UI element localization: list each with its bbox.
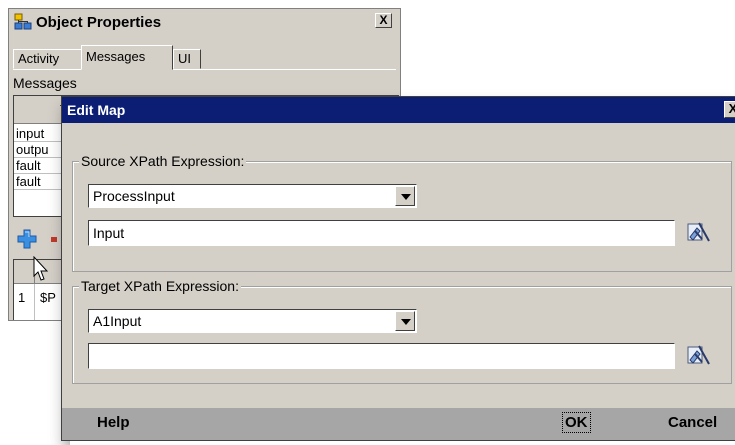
table-row[interactable]: outpu xyxy=(16,142,49,157)
source-xpath-select[interactable]: ProcessInput xyxy=(88,184,417,208)
object-properties-icon xyxy=(14,13,32,30)
tab-divider xyxy=(13,69,396,70)
target-dropdown-button[interactable] xyxy=(395,311,415,331)
tab-activity[interactable]: Activity xyxy=(13,49,83,69)
ok-button[interactable]: OK xyxy=(562,412,591,433)
help-button[interactable]: Help xyxy=(97,414,130,431)
object-properties-titlebar: Object Properties X xyxy=(9,9,400,35)
target-xpath-group: Target XPath Expression: A1Input xyxy=(72,278,732,384)
object-properties-close-button[interactable]: X xyxy=(375,13,392,28)
dropdown-arrow-icon xyxy=(401,319,411,325)
edit-map-close-button[interactable]: X xyxy=(724,101,735,118)
source-xpath-group: Source XPath Expression: ProcessInput In… xyxy=(72,153,732,272)
source-dropdown-button[interactable] xyxy=(395,186,415,206)
table-row[interactable]: input xyxy=(16,126,44,141)
source-xpath-input-value: Input xyxy=(93,225,125,241)
edit-map-dialog: Edit Map X Source XPath Expression: Proc… xyxy=(61,96,735,441)
grid-row-value[interactable]: $P xyxy=(40,290,56,305)
grid-row-number: 1 xyxy=(18,290,26,305)
mouse-cursor-icon xyxy=(33,256,49,281)
messages-section-label: Messages xyxy=(13,75,77,91)
source-xpath-input[interactable]: Input xyxy=(88,220,675,246)
target-xpath-input[interactable] xyxy=(88,343,675,369)
table-row[interactable]: fault xyxy=(16,158,41,173)
source-xpath-select-value: ProcessInput xyxy=(93,188,175,204)
target-xpath-select-value: A1Input xyxy=(93,313,142,329)
edit-map-titlebar: Edit Map X xyxy=(62,97,735,123)
edit-map-footer: Help OK Cancel xyxy=(62,408,735,440)
cancel-button[interactable]: Cancel xyxy=(668,414,717,431)
tab-messages[interactable]: Messages xyxy=(81,45,173,70)
table-row[interactable]: fault xyxy=(16,174,41,189)
object-properties-title: Object Properties xyxy=(36,14,162,31)
target-xpath-label: Target XPath Expression: xyxy=(79,278,241,294)
edit-expression-icon[interactable] xyxy=(687,221,711,243)
edit-map-title: Edit Map xyxy=(67,102,126,118)
dropdown-arrow-icon xyxy=(401,194,411,200)
grid-column-divider xyxy=(34,284,35,320)
add-icon[interactable] xyxy=(17,229,37,249)
tab-ui[interactable]: UI xyxy=(173,49,201,69)
source-xpath-label: Source XPath Expression: xyxy=(79,153,247,169)
target-xpath-select[interactable]: A1Input xyxy=(88,309,417,333)
edit-expression-icon[interactable] xyxy=(687,344,711,366)
remove-icon[interactable] xyxy=(51,237,57,242)
